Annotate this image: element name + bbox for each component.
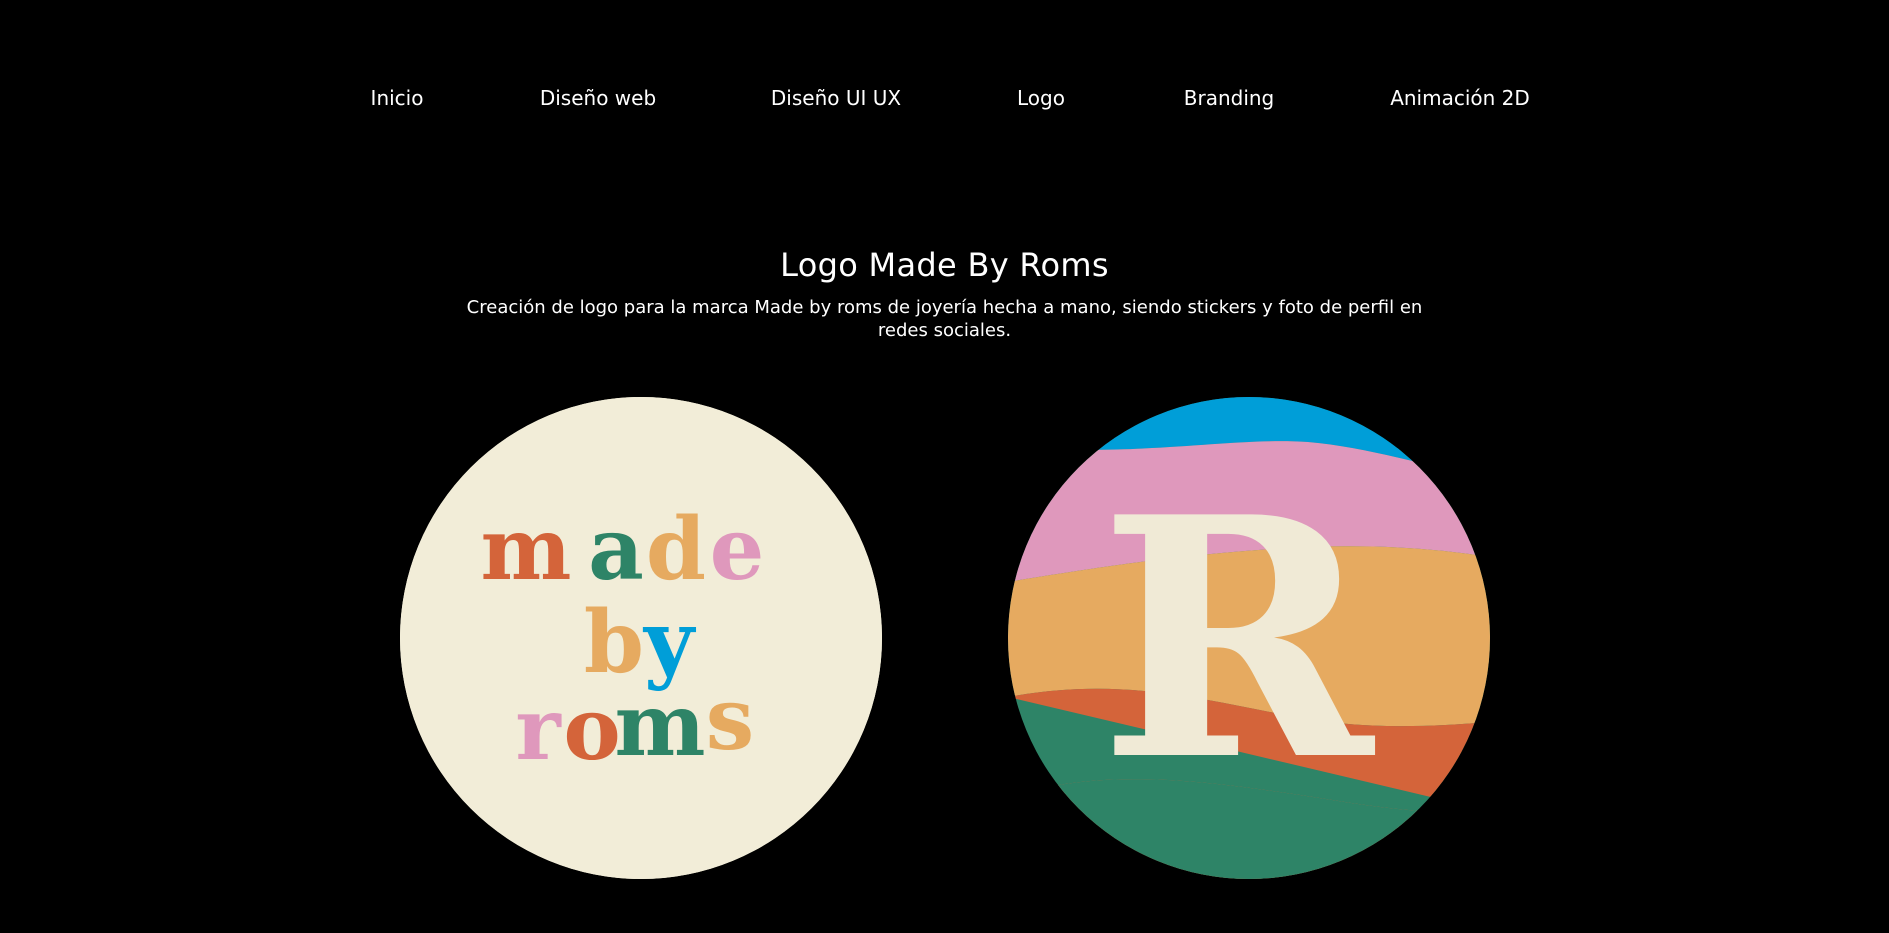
nav-link-diseno-ui-ux[interactable]: Diseño UI UX: [771, 86, 901, 110]
nav-link-logo[interactable]: Logo: [1017, 86, 1065, 110]
wordmark-letter: m: [615, 675, 706, 776]
wordmark-letter: r: [515, 679, 562, 780]
nav-link-branding[interactable]: Branding: [1184, 86, 1275, 110]
wordmark-letter: m: [481, 499, 572, 600]
monogram-logo-svg: R: [1008, 397, 1490, 879]
monogram-letter: R: [1099, 445, 1377, 833]
wordmark-letter: o: [563, 679, 620, 780]
nav-link-inicio[interactable]: Inicio: [371, 86, 424, 110]
project-title: Logo Made By Roms: [780, 246, 1109, 284]
wordmark-logo-svg: m a d e b y r o m s: [400, 397, 882, 879]
wordmark-logo-image: m a d e b y r o m s: [400, 397, 882, 879]
project-description: Creación de logo para la marca Made by r…: [466, 297, 1423, 341]
wordmark-letter: d: [646, 499, 706, 600]
wordmark-letter: s: [706, 669, 754, 770]
nav-link-animacion-2d[interactable]: Animación 2D: [1390, 86, 1530, 110]
nav-link-diseno-web[interactable]: Diseño web: [540, 86, 656, 110]
wordmark-letter: a: [588, 499, 644, 600]
monogram-logo-image: R: [1008, 397, 1490, 879]
wordmark-letter: e: [710, 499, 765, 600]
main-nav: Inicio Diseño web Diseño UI UX Logo Bran…: [0, 86, 1889, 116]
